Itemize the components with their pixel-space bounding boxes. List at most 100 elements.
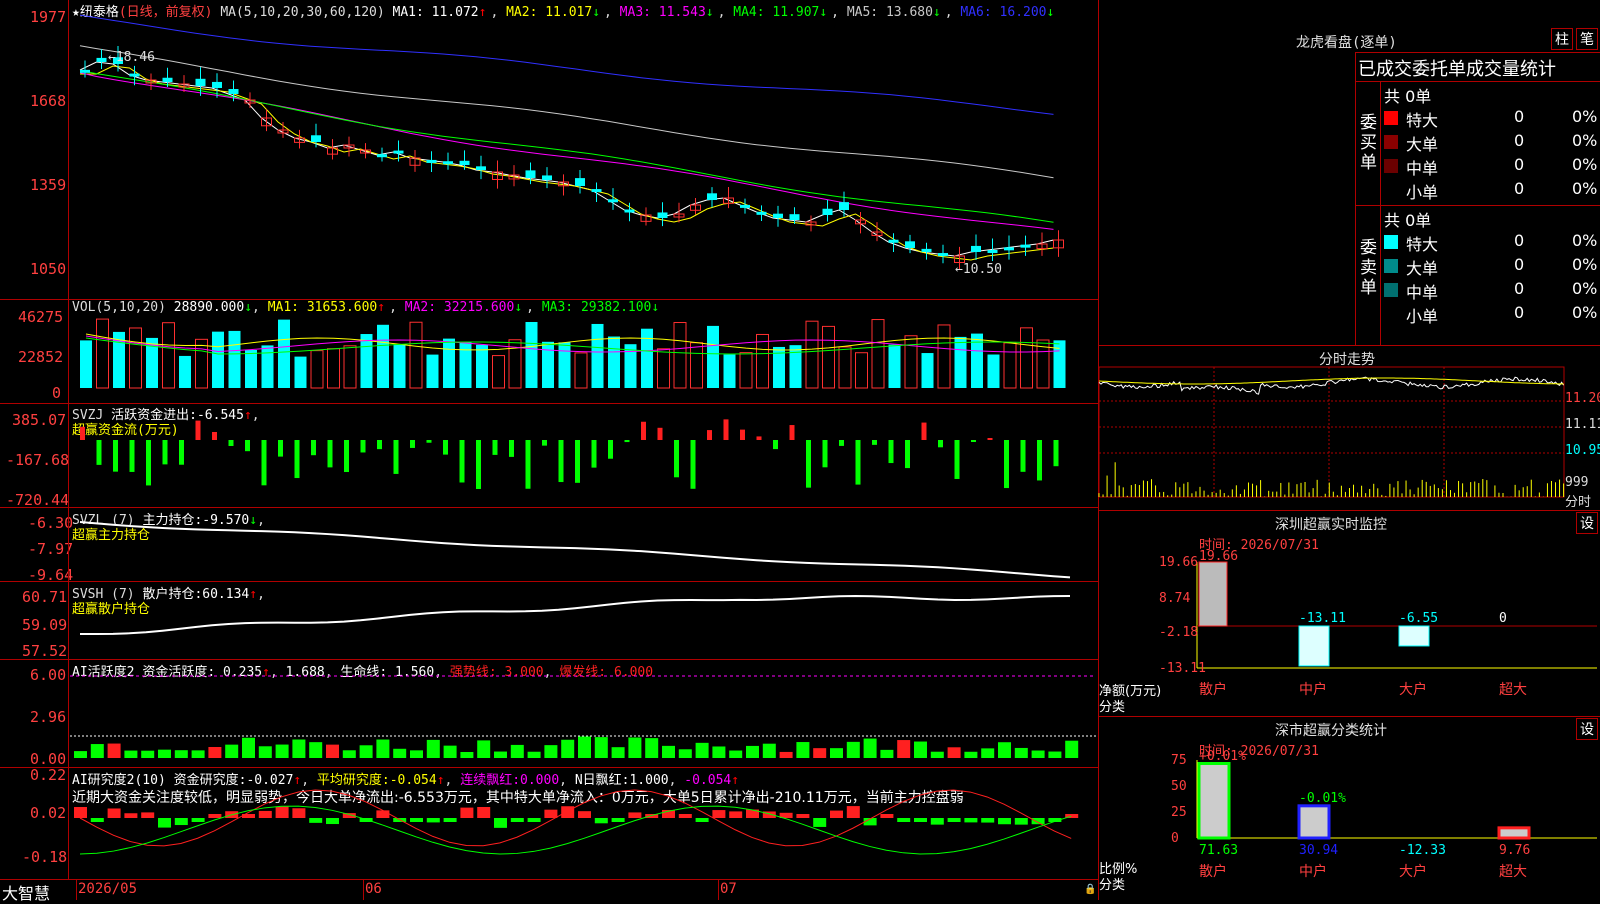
candle-down [740, 204, 750, 208]
order-row: 特大 0 0% [1384, 107, 1599, 131]
intraday-chart[interactable] [1098, 345, 1600, 510]
volume-bar-down [954, 336, 967, 388]
y-tick: -2.18 [1159, 625, 1198, 640]
activity-bar [628, 737, 642, 758]
volume-bar-down [542, 341, 554, 388]
svzl-chart[interactable] [0, 508, 1098, 582]
research-bar [930, 818, 944, 825]
bar-value: 9.76 [1499, 843, 1530, 858]
research-bar [376, 810, 390, 818]
ratio-bar [1197, 762, 1231, 840]
candle-down [129, 73, 140, 77]
flow-bar [179, 440, 184, 465]
order-volume: 0 [1514, 179, 1525, 198]
lhb-panel: 龙虎看盘(逐单) 柱 笔 已成交委托单成交量统计 委买单 委卖单 共 0单 共 … [1099, 0, 1600, 346]
order-type: 特大 [1406, 111, 1439, 130]
volume-panel[interactable]: VOL(5,10,20) 28890.000↓, MA1: 31653.600↑… [0, 300, 1098, 404]
category-label: 散户 [1199, 681, 1227, 698]
activity-bar [578, 736, 591, 758]
ratio-bar [1497, 826, 1531, 840]
ai-research-chart[interactable] [0, 768, 1098, 880]
flow-bar [954, 440, 960, 479]
svsh-chart[interactable] [0, 582, 1098, 660]
activity-bar [174, 750, 188, 758]
flow-bar [96, 440, 102, 465]
research-bar [141, 812, 155, 818]
research-bar [998, 818, 1011, 825]
ai-activity-panel[interactable]: AI活跃度2 资金活跃度: 0.235↑, 1.688, 生命线: 1.560,… [0, 660, 1098, 768]
research-bar [191, 818, 205, 822]
lock-icon[interactable]: 🔒 [1084, 884, 1096, 895]
tick-mode-button[interactable]: 笔 [1576, 28, 1598, 50]
order-volume: 0 [1514, 231, 1525, 250]
flow-bar [1004, 440, 1009, 489]
monitor-chart[interactable]: 19.66 8.74 -2.18 -13.11 19.66 散户 -13.11 中户 -6.55… [1099, 510, 1600, 716]
flow-bar [212, 431, 217, 440]
sell-count: 共 0单 [1384, 211, 1432, 230]
candle-down [1020, 244, 1031, 248]
activity-bar [90, 744, 104, 758]
research-bar [914, 818, 927, 822]
volume-bar-down [789, 345, 802, 388]
activity-bar [258, 746, 272, 758]
activity-bar [191, 750, 205, 758]
research-bar [813, 818, 827, 827]
volume-chart[interactable] [0, 300, 1098, 404]
activity-bar [426, 739, 440, 758]
flow-bar [674, 440, 679, 478]
flow-bar [509, 440, 514, 457]
svzl-panel[interactable]: SVZL (7) 主力持仓:-9.570↓, 超赢主力持仓 -6.30 -7.9… [0, 508, 1098, 584]
candle-down [707, 193, 717, 200]
volume-bar-down [525, 321, 538, 388]
flow-bar [707, 430, 712, 440]
order-row: 大单 0 0% [1384, 131, 1599, 155]
candle-down [657, 212, 668, 218]
flow-bar [525, 440, 531, 489]
candle-down [575, 178, 585, 186]
ai-research-panel[interactable]: AI研究度2(10) 资金研究度:-0.027↑, 平均研究度:-0.054↑,… [0, 766, 1098, 880]
volume-bar-down [987, 354, 1000, 388]
order-volume: 0 [1514, 107, 1525, 126]
flow-bar [261, 440, 267, 486]
bar-value: -6.55 [1399, 611, 1438, 626]
ai-activity-chart[interactable] [0, 660, 1098, 768]
vol-label: 999 [1565, 475, 1589, 490]
candle-down [938, 253, 948, 257]
classify-panel[interactable]: 深市超赢分类统计 设 时间: 2026/07/31 75 50 25 0 71.63 散户… [1099, 716, 1600, 900]
intraday-panel[interactable]: 分时走势 11.20 11.11 10.95 999 分时 [1098, 345, 1600, 511]
ma-line [79, 45, 1054, 179]
volume-bar-up [838, 346, 852, 389]
svsh-panel[interactable]: SVSH (7) 散户持仓:60.134↑, 超赢散户持仓 60.71 59.0… [0, 582, 1098, 660]
kline-chart[interactable] [0, 0, 1098, 300]
activity-bar [494, 751, 507, 758]
activity-bar [107, 743, 121, 758]
order-percent: 0% [1572, 179, 1598, 198]
flow-bar [443, 440, 448, 455]
research-bar [410, 818, 423, 822]
y-tick: -13.11 [1159, 661, 1206, 676]
candle-down [443, 161, 453, 165]
bar-value: 19.66 [1199, 549, 1238, 564]
lhb-table: 已成交委托单成交量统计 委买单 委卖单 共 0单 共 0单 特大 0 0% 大单 0 0%… [1355, 52, 1600, 346]
bar-mode-button[interactable]: 柱 [1551, 28, 1573, 50]
monitor-panel[interactable]: 深圳超赢实时监控 设 时间: 2026/07/31 19.66 8.74 -2.18… [1099, 510, 1600, 717]
kline-panel[interactable]: ★纽泰格(日线，前复权) MA(5,10,20,30,60,120) MA1: … [0, 0, 1098, 300]
volume-bar-up [162, 322, 175, 389]
flow-bar [575, 440, 580, 483]
activity-bar [326, 744, 339, 758]
research-bar [628, 812, 642, 818]
order-percent: 0% [1572, 231, 1598, 250]
net-bar [1398, 625, 1430, 647]
classify-chart[interactable]: 75 50 25 0 71.63 散户 30.94 中户 -12.33 大户 9.76 超大 +0.01… [1099, 716, 1600, 900]
volume-bar-down [261, 345, 274, 388]
research-bar [158, 818, 171, 828]
svzj-panel[interactable]: SVZJ 活跃资金进出:-6.545↑, 超赢资金流(万元) 385.07 -1… [0, 404, 1098, 509]
volume-bar-down [245, 349, 257, 388]
category-label: 超大 [1499, 682, 1527, 698]
svzj-chart[interactable] [0, 404, 1098, 508]
order-row: 特大 0 0% [1384, 231, 1599, 255]
flow-bar [162, 440, 168, 465]
flow-bar [855, 440, 861, 485]
flow-bar [327, 440, 333, 468]
flow-bar [146, 440, 151, 486]
